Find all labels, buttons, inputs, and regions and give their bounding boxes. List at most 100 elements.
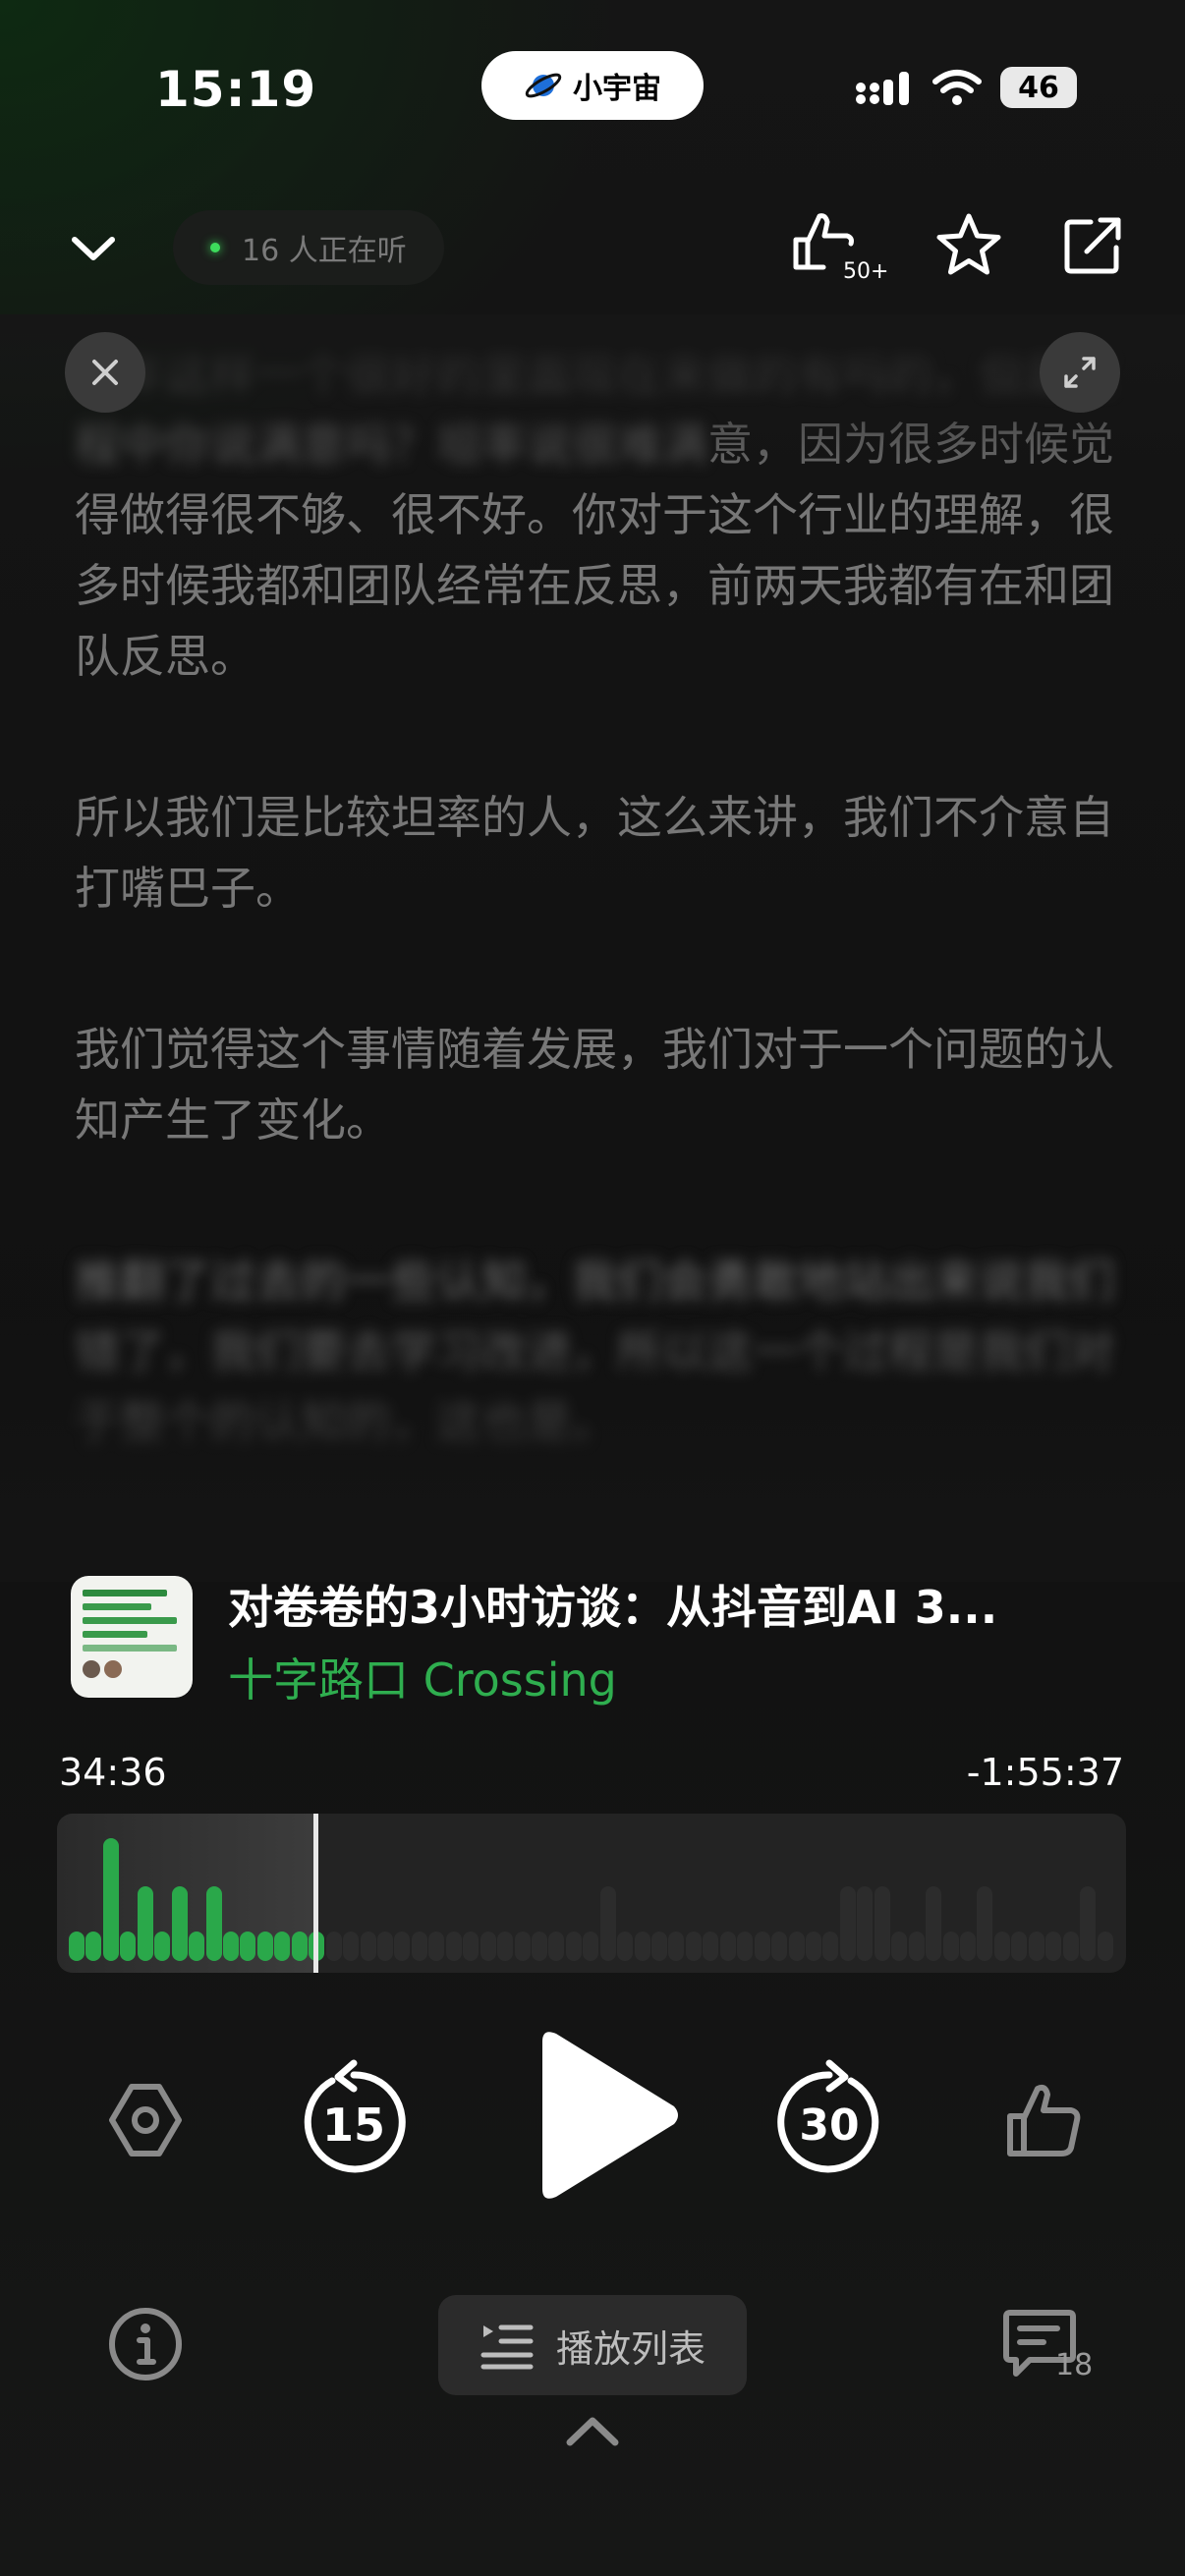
waveform-bar <box>85 1932 102 1961</box>
status-icons: 46 <box>853 67 1077 108</box>
waveform-bar <box>703 1932 719 1961</box>
playhead[interactable] <box>313 1814 319 1973</box>
expand-bottom-sheet-button[interactable] <box>562 2409 623 2452</box>
waveform-bar <box>719 1932 736 1961</box>
waveform-bar <box>977 1885 993 1961</box>
wifi-icon <box>932 70 982 105</box>
planet-icon <box>525 73 562 98</box>
waveform-bar <box>411 1932 427 1961</box>
thumbs-up-icon <box>1007 2084 1081 2156</box>
expand-transcript-button[interactable] <box>1040 332 1120 413</box>
share-button[interactable] <box>1057 210 1128 281</box>
waveform-bar <box>771 1932 788 1961</box>
waveform-bar <box>497 1932 514 1961</box>
cover-line <box>83 1617 177 1624</box>
playlist-label: 播放列表 <box>555 2326 705 2371</box>
playback-settings-button[interactable] <box>98 2073 193 2167</box>
waveform-bar <box>1045 1932 1062 1961</box>
waveform-bar <box>189 1932 205 1961</box>
expand-icon <box>1064 357 1096 388</box>
waveform-bar <box>839 1885 856 1961</box>
comment-count: 18 <box>1055 2348 1094 2382</box>
rewind-15-button[interactable]: 15 <box>295 2053 413 2181</box>
waveform-bar <box>205 1885 222 1961</box>
transcript-panel[interactable]: 去年这样一个很好的里面现在来做的有吗的，但是过程中你说满意吗？坦率说很难满意，因… <box>75 338 1116 1548</box>
close-transcript-button[interactable] <box>65 332 145 413</box>
like-button[interactable] <box>996 2073 1091 2167</box>
cover-avatar <box>83 1660 100 1678</box>
waveform-bar <box>394 1932 411 1961</box>
waveform-bar <box>993 1932 1010 1961</box>
playlist-button[interactable]: 播放列表 <box>438 2295 747 2395</box>
transcript-paragraph: 推翻了过去的一些认知，我们会勇敢地站出来说我们错了，我们要去学习改进，所以这一个… <box>75 1255 1114 1449</box>
episode-likes-button[interactable]: 50+ <box>790 208 898 287</box>
chevron-down-icon <box>72 237 115 260</box>
waveform-bar <box>428 1932 445 1961</box>
waveform-bar <box>1080 1885 1097 1961</box>
chevron-up-icon <box>566 2417 619 2446</box>
share-icon <box>1064 217 1121 274</box>
live-dot-icon <box>210 243 220 252</box>
waveform-bar <box>822 1932 839 1961</box>
close-icon <box>92 360 118 385</box>
comments-button[interactable]: 18 <box>1000 2309 1108 2387</box>
episode-cover-image[interactable] <box>71 1576 193 1698</box>
waveform-bar <box>874 1885 890 1961</box>
status-time: 15:19 <box>155 61 317 118</box>
waveform-bar <box>1028 1932 1044 1961</box>
episode-title[interactable]: 对卷卷的3小时访谈：从抖音到AI 3... <box>228 1572 1112 1637</box>
waveform-bar <box>942 1932 959 1961</box>
remaining-time: -1:55:37 <box>966 1751 1124 1794</box>
waveform-bar <box>548 1932 565 1961</box>
listener-count-text: 16 人正在听 <box>242 234 407 268</box>
waveform-bar <box>754 1932 770 1961</box>
island-label: 小宇宙 <box>573 72 661 106</box>
signal-icon <box>856 72 909 105</box>
favorite-button[interactable] <box>933 210 1004 281</box>
waveform-bar <box>343 1932 360 1961</box>
cover-line <box>83 1645 177 1652</box>
play-button[interactable] <box>529 2022 686 2209</box>
waveform-bar <box>360 1932 376 1961</box>
waveform-bar <box>256 1932 273 1961</box>
info-icon <box>109 2308 182 2380</box>
waveform-bar <box>480 1932 496 1961</box>
listener-count-pill[interactable]: 16 人正在听 <box>173 210 444 285</box>
waveform-bar <box>171 1885 188 1961</box>
waveform-bar <box>274 1932 291 1961</box>
waveform-bar <box>806 1932 822 1961</box>
waveform-bar <box>908 1932 925 1961</box>
transcript-paragraph: 我们觉得这个事情随着发展，我们对于一个问题的认知产生了变化。 <box>75 1023 1114 1147</box>
waveform-bar <box>445 1932 462 1961</box>
star-icon <box>936 213 1001 275</box>
waveform-bar <box>788 1932 805 1961</box>
waveform-bar <box>685 1932 702 1961</box>
cover-line <box>83 1631 147 1638</box>
cover-avatar <box>104 1660 122 1678</box>
waveform-scrubber[interactable] <box>57 1814 1126 1973</box>
waveform-bar <box>599 1885 616 1961</box>
waveform-bar <box>668 1932 685 1961</box>
waveform-bar <box>565 1932 582 1961</box>
waveform-bar <box>1097 1932 1113 1961</box>
dynamic-island-app-badge[interactable]: 小宇宙 <box>481 51 704 120</box>
podcast-name-link[interactable]: 十字路口 Crossing <box>228 1645 617 1709</box>
waveform-bar <box>514 1932 531 1961</box>
like-count: 50+ <box>843 259 889 284</box>
cover-line <box>83 1603 151 1610</box>
forward-30-button[interactable]: 30 <box>770 2053 888 2181</box>
collapse-player-button[interactable] <box>61 218 126 277</box>
elapsed-time: 34:36 <box>59 1751 167 1794</box>
transcript-paragraph: 所以我们是比较坦率的人，这么来讲，我们不介意自打嘴巴子。 <box>75 791 1114 915</box>
transcript-paragraph: 去年这样一个很好的里面现在来做的有吗的，但是过程中你说满意吗？坦率说很难满意，因… <box>75 338 1116 692</box>
waveform-bar <box>463 1932 480 1961</box>
waveform-bar <box>617 1932 634 1961</box>
waveform-bar <box>651 1932 668 1961</box>
waveform-bar <box>120 1932 137 1961</box>
waveform-bar <box>222 1932 239 1961</box>
cover-line <box>83 1590 167 1596</box>
episode-info-button[interactable] <box>106 2305 185 2383</box>
waveform-bar <box>291 1932 308 1961</box>
settings-icon <box>109 2084 182 2156</box>
playlist-icon <box>480 2324 534 2370</box>
